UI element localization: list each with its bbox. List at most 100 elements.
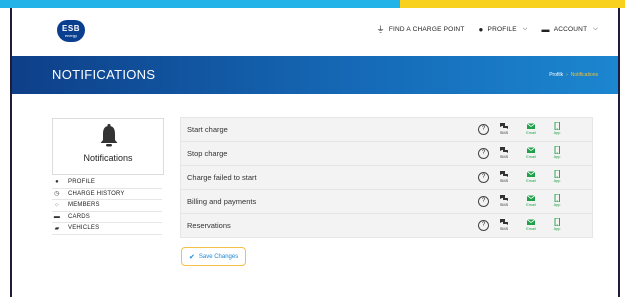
chat-icon: [500, 147, 508, 153]
chat-icon: [500, 123, 508, 129]
nav-label: FIND A CHARGE POINT: [388, 26, 465, 33]
side-menu: ● PROFILE ◷ CHARGE HISTORY ⁘ MEMBERS ▬ CARDS…: [52, 177, 162, 235]
top-color-stripe: [0, 0, 625, 8]
email-toggle[interactable]: Email: [520, 194, 542, 207]
sidebar-item-label: PROFILE: [68, 179, 96, 186]
sms-toggle[interactable]: SMS: [493, 122, 515, 135]
notification-rows: Start charge ? SMS Email App Stop charge…: [180, 117, 593, 238]
channel-label: Email: [526, 203, 536, 207]
sidebar-item-profile[interactable]: ● PROFILE: [52, 177, 162, 189]
plug-icon: ⏚: [376, 25, 385, 34]
envelope-icon: [527, 147, 535, 153]
notification-row: Start charge ? SMS Email App: [180, 117, 593, 141]
row-label: Reservations: [187, 221, 231, 230]
car-icon: ▰: [54, 225, 60, 232]
sidebar-item-charge-history[interactable]: ◷ CHARGE HISTORY: [52, 189, 162, 200]
sms-toggle[interactable]: SMS: [493, 146, 515, 159]
esb-logo[interactable]: ESB energy: [57, 20, 85, 42]
channel-label: Email: [526, 155, 536, 159]
user-icon: ●: [478, 25, 484, 34]
nav-label: ACCOUNT: [553, 26, 588, 33]
save-changes-button[interactable]: ✔ Save Changes: [181, 247, 247, 266]
card-label: Notifications: [83, 153, 133, 163]
header: ESB energy ⏚ FIND A CHARGE POINT ● PROFI…: [12, 8, 618, 56]
email-toggle[interactable]: Email: [520, 122, 542, 135]
channel-label: SMS: [499, 155, 509, 159]
mobile-icon: [554, 194, 560, 202]
channel-label: SMS: [499, 203, 509, 207]
top-nav: ⏚ FIND A CHARGE POINT ● PROFILE ⌵ ▬ ACCO…: [377, 24, 598, 35]
nav-account[interactable]: ▬ ACCOUNT ⌵: [542, 25, 599, 34]
envelope-icon: [527, 123, 535, 129]
breadcrumb: Profilk › Notifications: [549, 72, 598, 78]
page-title: NOTIFICATIONS: [52, 67, 156, 82]
chevron-down-icon: ⌵: [593, 26, 598, 32]
channel-label: App: [553, 131, 561, 135]
row-label: Charge failed to start: [187, 173, 257, 182]
mobile-icon: [554, 170, 560, 178]
app-toggle[interactable]: App: [546, 218, 568, 231]
breadcrumb-profile[interactable]: Profilk: [549, 72, 563, 78]
sidebar-item-members[interactable]: ⁘ MEMBERS: [52, 200, 162, 212]
row-label: Start charge: [187, 125, 228, 134]
email-toggle[interactable]: Email: [520, 170, 542, 183]
save-label: Save Changes: [198, 253, 239, 260]
channel-label: App: [553, 203, 561, 207]
nav-label: PROFILE: [487, 26, 517, 33]
notification-row: Billing and payments ? SMS Email App: [180, 189, 593, 213]
sms-toggle[interactable]: SMS: [493, 194, 515, 207]
help-icon[interactable]: ?: [478, 172, 489, 183]
app-toggle[interactable]: App: [546, 146, 568, 159]
sms-toggle[interactable]: SMS: [493, 170, 515, 183]
channel-label: App: [553, 227, 561, 231]
help-icon[interactable]: ?: [478, 196, 489, 207]
mobile-icon: [554, 218, 560, 226]
notification-row: Charge failed to start ? SMS Email App: [180, 165, 593, 189]
envelope-icon: [527, 171, 535, 177]
nav-profile[interactable]: ● PROFILE ⌵: [478, 25, 527, 34]
help-icon[interactable]: ?: [478, 124, 489, 135]
envelope-icon: [527, 195, 535, 201]
app-toggle[interactable]: App: [546, 194, 568, 207]
clock-icon: ◷: [54, 191, 60, 198]
channel-label: Email: [526, 179, 536, 183]
chevron-down-icon: ⌵: [522, 26, 528, 32]
channel-label: SMS: [499, 131, 509, 135]
sidebar-item-label: CHARGE HISTORY: [68, 190, 125, 197]
car-icon: ▬: [541, 25, 550, 34]
sidebar-item-cards[interactable]: ▬ CARDS: [52, 212, 162, 223]
bell-icon: [100, 124, 118, 147]
email-toggle[interactable]: Email: [520, 218, 542, 231]
app-toggle[interactable]: App: [546, 170, 568, 183]
channel-label: SMS: [499, 179, 509, 183]
channel-label: Email: [526, 227, 536, 231]
breadcrumb-current: Notifications: [570, 72, 598, 78]
app-toggle[interactable]: App: [546, 122, 568, 135]
logo-text: ESB: [62, 23, 80, 33]
user-icon: ●: [55, 179, 59, 186]
chat-icon: [500, 219, 508, 225]
row-label: Stop charge: [187, 149, 228, 158]
chat-icon: [500, 171, 508, 177]
sidebar-item-label: MEMBERS: [68, 202, 100, 209]
page-banner: NOTIFICATIONS Profilk › Notifications: [12, 56, 618, 94]
sidebar-item-label: CARDS: [68, 213, 91, 220]
notifications-card: Notifications: [52, 118, 164, 175]
channel-label: App: [553, 179, 561, 183]
sms-toggle[interactable]: SMS: [493, 218, 515, 231]
logo-subtext: energy: [64, 32, 78, 38]
channel-label: Email: [526, 131, 536, 135]
help-icon[interactable]: ?: [478, 148, 489, 159]
notification-row: Reservations ? SMS Email App: [180, 213, 593, 238]
card-icon: ▬: [53, 213, 61, 220]
sidebar-item-vehicles[interactable]: ▰ VEHICLES: [52, 223, 162, 235]
breadcrumb-separator: ›: [566, 72, 568, 78]
mobile-icon: [554, 146, 560, 154]
row-label: Billing and payments: [187, 197, 257, 206]
envelope-icon: [527, 219, 535, 225]
group-icon: ⁘: [54, 202, 60, 209]
help-icon[interactable]: ?: [478, 220, 489, 231]
nav-find-charge-point[interactable]: ⏚ FIND A CHARGE POINT: [377, 24, 465, 35]
chat-icon: [500, 195, 508, 201]
email-toggle[interactable]: Email: [520, 146, 542, 159]
